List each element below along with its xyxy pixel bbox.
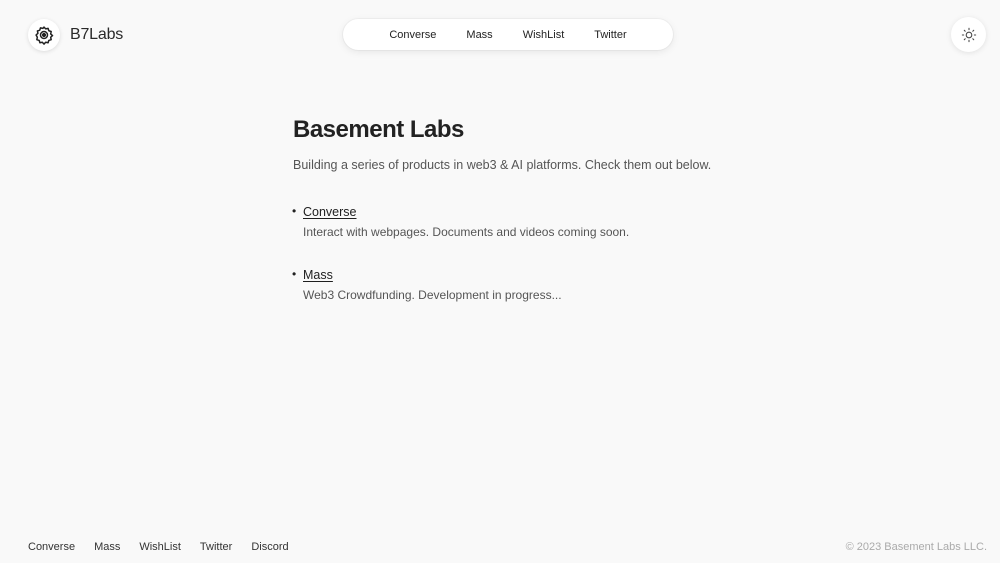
product-description: Interact with webpages. Documents and vi…	[303, 225, 630, 239]
main-nav: Converse Mass WishList Twitter	[343, 19, 673, 50]
footer-nav: Converse Mass WishList Twitter Discord	[28, 541, 308, 553]
site-footer: Converse Mass WishList Twitter Discord ©…	[0, 538, 1000, 558]
home-logo-link[interactable]: B7Labs	[28, 19, 123, 51]
nav-mass[interactable]: Mass	[451, 29, 507, 41]
page-subtitle: Building a series of products in web3 & …	[293, 158, 712, 172]
footer-link-twitter[interactable]: Twitter	[200, 541, 232, 553]
page-title: Basement Labs	[293, 116, 464, 143]
product-list: Converse Interact with webpages. Documen…	[292, 203, 753, 303]
product-item-mass: Mass Web3 Crowdfunding. Development in p…	[292, 266, 753, 303]
nav-converse[interactable]: Converse	[374, 29, 451, 41]
gear-icon	[35, 26, 54, 45]
footer-link-mass[interactable]: Mass	[94, 541, 120, 553]
site-header: B7Labs Converse Mass WishList Twitter	[0, 0, 1000, 68]
product-link-converse[interactable]: Converse	[303, 204, 357, 220]
footer-link-discord[interactable]: Discord	[251, 541, 288, 553]
footer-link-converse[interactable]: Converse	[28, 541, 75, 553]
product-link-mass[interactable]: Mass	[303, 267, 333, 283]
copyright-text: © 2023 Basement Labs LLC.	[845, 541, 987, 553]
logo-badge	[28, 19, 60, 51]
footer-link-wishlist[interactable]: WishList	[139, 541, 181, 553]
product-description: Web3 Crowdfunding. Development in progre…	[303, 288, 562, 302]
logo-text: B7Labs	[70, 26, 124, 43]
nav-wishlist[interactable]: WishList	[508, 29, 580, 41]
nav-twitter[interactable]: Twitter	[579, 29, 641, 41]
sun-icon	[961, 27, 976, 42]
main-content: Basement Labs Building a series of produ…	[292, 115, 753, 329]
product-item-converse: Converse Interact with webpages. Documen…	[292, 203, 753, 240]
theme-toggle-button[interactable]	[951, 17, 986, 52]
